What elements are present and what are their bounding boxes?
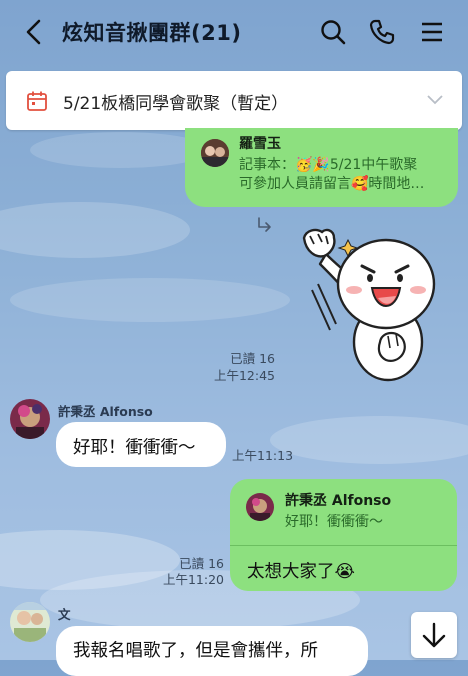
note-preview-line1: 記事本：🥳🎉5/21中午歌聚 bbox=[239, 157, 418, 173]
quote-divider bbox=[230, 545, 457, 546]
quoted-text: 好耶！衝衝衝～ bbox=[285, 514, 383, 530]
message-text: 太想大家了😭 bbox=[247, 562, 355, 582]
message-text: 我報名唱歌了，但是會攜伴，所 bbox=[73, 641, 318, 661]
message-text: 好耶！衝衝衝～ bbox=[73, 438, 196, 458]
message-bubble-reply[interactable]: 許秉丞 Alfonso 好耶！衝衝衝～ 太想大家了😭 bbox=[230, 479, 457, 591]
quoted-sender: 許秉丞 Alfonso bbox=[285, 493, 392, 509]
read-count: 已讀 16 bbox=[230, 351, 275, 366]
message-bubble-note[interactable]: 羅雪玉 記事本：🥳🎉5/21中午歌聚 可參加人員請留言🥰時間地… bbox=[185, 128, 458, 207]
chat-header: 炫知音揪團群(21) bbox=[0, 0, 468, 64]
timestamp: 上午11:20 bbox=[162, 572, 224, 587]
announcement-bar[interactable]: 5/21板橋同學會歌聚（暫定） bbox=[6, 71, 462, 130]
phone-icon[interactable] bbox=[368, 18, 396, 46]
chevron-down-icon[interactable] bbox=[426, 93, 444, 107]
sender-name: 許秉丞 Alfonso bbox=[58, 404, 153, 419]
message-bubble[interactable]: 我報名唱歌了，但是會攜伴，所 bbox=[56, 626, 368, 676]
back-arrow-icon[interactable] bbox=[22, 18, 46, 46]
avatar bbox=[201, 139, 229, 167]
timestamp: 上午11:13 bbox=[232, 448, 294, 463]
arrow-down-icon bbox=[422, 622, 446, 648]
avatar bbox=[246, 493, 274, 521]
search-icon[interactable] bbox=[319, 18, 347, 46]
read-count: 已讀 16 bbox=[179, 556, 224, 571]
timestamp: 上午12:45 bbox=[213, 368, 275, 383]
chat-title: 炫知音揪團群(21) bbox=[62, 21, 242, 45]
scroll-to-bottom-button[interactable] bbox=[411, 612, 457, 658]
reply-arrow-icon bbox=[258, 217, 271, 232]
sender-name: 羅雪玉 bbox=[239, 136, 281, 152]
avatar[interactable] bbox=[10, 399, 50, 439]
message-bubble[interactable]: 好耶！衝衝衝～ bbox=[56, 422, 226, 467]
sender-name: 文 bbox=[58, 607, 71, 622]
announcement-text: 5/21板橋同學會歌聚（暫定） bbox=[63, 94, 289, 114]
menu-icon[interactable] bbox=[418, 18, 446, 46]
sticker-image[interactable] bbox=[296, 224, 444, 384]
note-preview-line2: 可參加人員請留言🥰時間地… bbox=[239, 176, 425, 192]
calendar-icon bbox=[27, 91, 47, 111]
avatar[interactable] bbox=[10, 602, 50, 642]
